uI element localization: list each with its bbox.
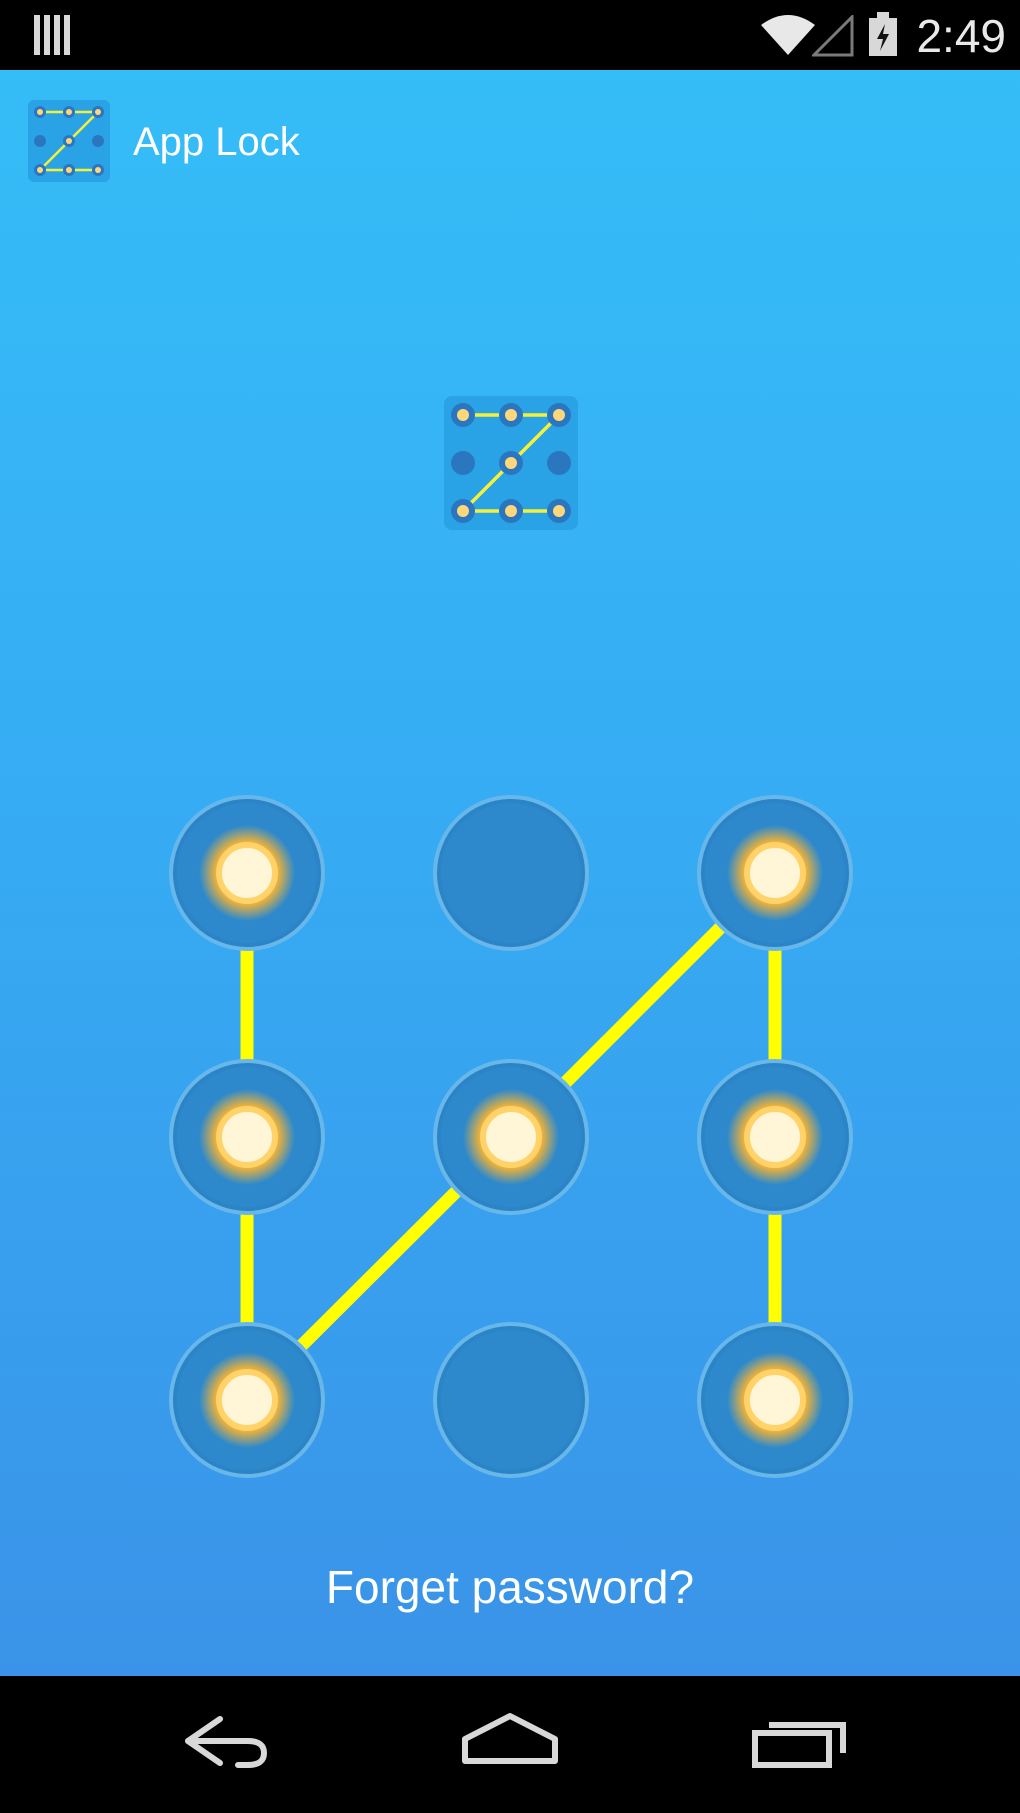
selected-node-core [216, 1369, 278, 1431]
status-bar: 2:49 [0, 0, 1020, 70]
selected-node-core [216, 1106, 278, 1168]
back-icon [185, 1716, 267, 1768]
selected-node-core [744, 842, 806, 904]
status-time: 2:49 [916, 10, 1006, 62]
pattern-node-2[interactable] [433, 795, 589, 951]
selected-node-core [216, 842, 278, 904]
home-icon [462, 1713, 558, 1764]
wifi-icon [761, 15, 815, 55]
home-button[interactable] [410, 1676, 610, 1813]
recents-icon [752, 1722, 846, 1768]
app-screen: App Lock Forget password? [0, 70, 1020, 1676]
pattern-lock-grid[interactable] [0, 70, 1020, 1676]
pattern-node-8[interactable] [433, 1322, 589, 1478]
forgot-password-link[interactable]: Forget password? [0, 1557, 1020, 1617]
selected-node-core [480, 1106, 542, 1168]
signal-icon [812, 15, 854, 57]
pattern-nodes [169, 795, 853, 1478]
navigation-bar [0, 1676, 1020, 1813]
recents-button[interactable] [697, 1676, 897, 1813]
battery-charging-icon [869, 12, 897, 56]
selected-node-core [744, 1369, 806, 1431]
back-button[interactable] [128, 1676, 328, 1813]
selected-node-core [744, 1106, 806, 1168]
notification-bars-icon [34, 15, 70, 55]
